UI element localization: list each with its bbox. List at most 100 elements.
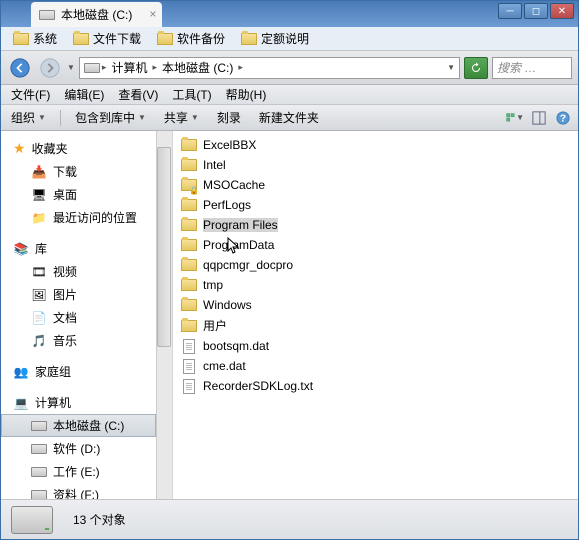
sidebar-recent[interactable]: 📁最近访问的位置	[1, 206, 156, 229]
search-input[interactable]: 搜索 …	[492, 57, 572, 79]
nav-back-button[interactable]	[7, 55, 33, 81]
sidebar-drive-e[interactable]: 工作 (E:)	[1, 460, 156, 483]
address-dropdown[interactable]: ▼	[447, 63, 455, 72]
favorites-header[interactable]: ★收藏夹	[1, 137, 156, 160]
nav-history-dropdown[interactable]: ▼	[67, 63, 75, 72]
bookmark-item[interactable]: 软件备份	[151, 28, 231, 49]
address-breadcrumb[interactable]: ▸ 计算机 ▸ 本地磁盘 (C:) ▸ ▼	[79, 57, 460, 79]
include-in-library-button[interactable]: 包含到库中 ▼	[71, 107, 150, 128]
main-split: ★收藏夹 📥下载 🖥桌面 📁最近访问的位置 📚库 🎞视频 🖼图片 📄文档 🎵音乐…	[1, 131, 578, 499]
desktop-icon: 🖥	[31, 187, 47, 203]
picture-icon: 🖼	[31, 287, 47, 303]
status-object-count: 13 个对象	[73, 511, 126, 528]
navigation-pane: ★收藏夹 📥下载 🖥桌面 📁最近访问的位置 📚库 🎞视频 🖼图片 📄文档 🎵音乐…	[1, 131, 173, 499]
folder-item[interactable]: PerfLogs	[177, 195, 574, 215]
folder-item[interactable]: qqpcmgr_docpro	[177, 255, 574, 275]
chevron-right-icon[interactable]: ▸	[102, 62, 107, 73]
breadcrumb-segment[interactable]: 本地磁盘 (C:)	[159, 59, 236, 76]
browser-tab[interactable]: 本地磁盘 (C:) ×	[31, 2, 162, 27]
folder-item[interactable]: ExcelBBX	[177, 135, 574, 155]
file-item[interactable]: RecorderSDKLog.txt	[177, 376, 574, 396]
view-options-button[interactable]: ▼	[506, 109, 524, 127]
bookmarks-bar: 系统 文件下载 软件备份 定额说明	[1, 27, 578, 51]
chevron-right-icon[interactable]: ▸	[152, 62, 157, 73]
help-button[interactable]: ?	[554, 109, 572, 127]
folder-icon	[181, 197, 197, 213]
sidebar-music[interactable]: 🎵音乐	[1, 329, 156, 352]
folder-item[interactable]: Windows	[177, 295, 574, 315]
sidebar-scrollbar[interactable]	[156, 131, 172, 499]
bookmark-item[interactable]: 定额说明	[235, 28, 315, 49]
folder-icon	[13, 31, 29, 47]
close-window-button[interactable]: ✕	[550, 3, 574, 19]
maximize-button[interactable]: ◻	[524, 3, 548, 19]
sidebar-documents[interactable]: 📄文档	[1, 306, 156, 329]
organize-button[interactable]: 组织 ▼	[7, 107, 50, 128]
file-icon	[181, 358, 197, 374]
download-icon: 📥	[31, 164, 47, 180]
homegroup-header[interactable]: 👥家庭组	[1, 360, 156, 383]
drive-icon	[31, 418, 47, 434]
separator	[60, 110, 61, 126]
scrollbar-thumb[interactable]	[157, 147, 171, 347]
menu-help[interactable]: 帮助(H)	[220, 84, 273, 105]
refresh-button[interactable]	[464, 57, 488, 79]
file-item[interactable]: cme.dat	[177, 356, 574, 376]
bookmark-item[interactable]: 系统	[7, 28, 63, 49]
folder-icon	[181, 318, 197, 334]
library-icon: 📚	[13, 241, 29, 257]
mouse-cursor-icon	[227, 237, 241, 255]
nav-forward-button[interactable]	[37, 55, 63, 81]
new-folder-button[interactable]: 新建文件夹	[255, 107, 323, 128]
menu-tools[interactable]: 工具(T)	[166, 84, 217, 105]
minimize-button[interactable]: ─	[498, 3, 522, 19]
locked-folder-icon	[181, 177, 197, 193]
libraries-header[interactable]: 📚库	[1, 237, 156, 260]
sidebar-desktop[interactable]: 🖥桌面	[1, 183, 156, 206]
sidebar-drive-d[interactable]: 软件 (D:)	[1, 437, 156, 460]
sidebar-videos[interactable]: 🎞视频	[1, 260, 156, 283]
computer-header[interactable]: 💻计算机	[1, 391, 156, 414]
folder-item[interactable]: Intel	[177, 155, 574, 175]
folder-item[interactable]: MSOCache	[177, 175, 574, 195]
folder-icon	[157, 31, 173, 47]
chevron-right-icon[interactable]: ▸	[238, 62, 243, 73]
folder-item[interactable]: 用户	[177, 315, 574, 336]
menu-file[interactable]: 文件(F)	[5, 84, 56, 105]
close-tab-icon[interactable]: ×	[149, 7, 156, 21]
folder-item[interactable]: tmp	[177, 275, 574, 295]
svg-text:?: ?	[560, 112, 566, 124]
sidebar-downloads[interactable]: 📥下载	[1, 160, 156, 183]
homegroup-icon: 👥	[13, 364, 29, 380]
folder-icon	[181, 297, 197, 313]
folder-icon	[181, 237, 197, 253]
preview-pane-button[interactable]	[530, 109, 548, 127]
sidebar-pictures[interactable]: 🖼图片	[1, 283, 156, 306]
drive-icon	[39, 7, 55, 23]
folder-icon	[181, 277, 197, 293]
video-icon: 🎞	[31, 264, 47, 280]
file-item[interactable]: bootsqm.dat	[177, 336, 574, 356]
folder-icon	[181, 217, 197, 233]
explorer-toolbar: 组织 ▼ 包含到库中 ▼ 共享 ▼ 刻录 新建文件夹 ▼ ?	[1, 105, 578, 131]
share-button[interactable]: 共享 ▼	[160, 107, 203, 128]
drive-icon	[84, 60, 100, 76]
breadcrumb-segment[interactable]: 计算机	[108, 59, 150, 76]
sidebar-drive-c[interactable]: 本地磁盘 (C:)	[1, 414, 156, 437]
browser-tab-bar: 本地磁盘 (C:) × ─ ◻ ✕	[1, 1, 578, 27]
folder-icon	[181, 137, 197, 153]
sidebar-drive-f[interactable]: 资料 (F:)	[1, 483, 156, 499]
folder-icon	[181, 257, 197, 273]
burn-button[interactable]: 刻录	[213, 107, 245, 128]
menu-edit[interactable]: 编辑(E)	[58, 84, 110, 105]
file-icon	[181, 378, 197, 394]
bookmark-item[interactable]: 文件下载	[67, 28, 147, 49]
navigation-bar: ▼ ▸ 计算机 ▸ 本地磁盘 (C:) ▸ ▼ 搜索 …	[1, 51, 578, 85]
folder-item[interactable]: Program Files	[177, 215, 574, 235]
menu-view[interactable]: 查看(V)	[112, 84, 164, 105]
drive-icon	[31, 441, 47, 457]
recent-icon: 📁	[31, 210, 47, 226]
status-bar: 13 个对象	[1, 499, 578, 539]
star-icon: ★	[13, 140, 26, 157]
file-icon	[181, 338, 197, 354]
